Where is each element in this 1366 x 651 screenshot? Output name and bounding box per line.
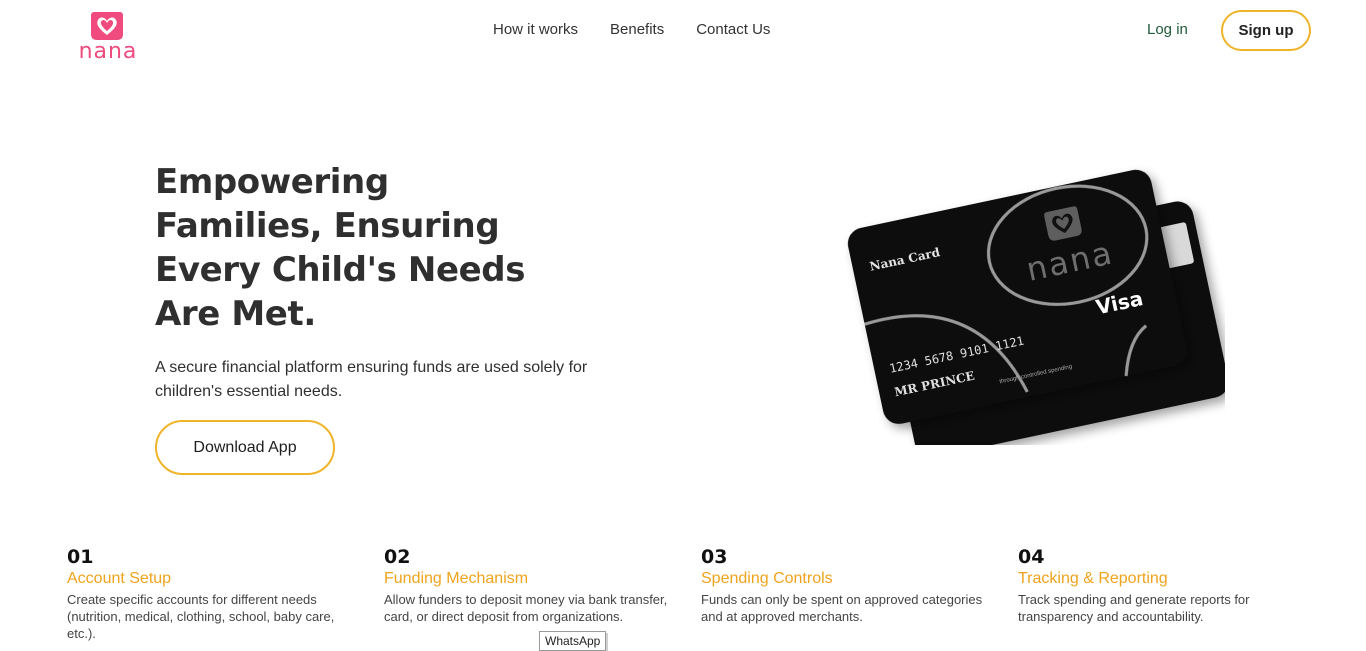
feature-tracking-reporting: 04 Tracking & Reporting Track spending a… bbox=[1018, 545, 1308, 625]
feature-description: Create specific accounts for different n… bbox=[67, 592, 335, 641]
feature-title: Funding Mechanism bbox=[384, 570, 529, 587]
hero-title: Empowering Families, Ensuring Every Chil… bbox=[155, 162, 526, 334]
feature-number: 04 bbox=[1018, 546, 1045, 568]
feature-description: Funds can only be spent on approved cate… bbox=[701, 592, 983, 624]
whatsapp-tooltip: WhatsApp bbox=[539, 631, 607, 651]
nana-logo[interactable]: nana bbox=[74, 10, 144, 66]
feature-number: 02 bbox=[384, 546, 411, 568]
feature-spending-controls: 03 Spending Controls Funds can only be s… bbox=[701, 545, 991, 625]
features-row: 01 Account Setup Create specific account… bbox=[67, 545, 1357, 651]
card-label: Nana Card bbox=[868, 245, 942, 274]
login-link[interactable]: Log in bbox=[1147, 20, 1188, 40]
feature-number: 01 bbox=[67, 546, 94, 568]
card-logo-wordmark: nana bbox=[1023, 233, 1117, 289]
feature-title: Account Setup bbox=[67, 570, 172, 587]
feature-funding-mechanism: 02 Funding Mechanism Allow funders to de… bbox=[384, 545, 674, 625]
nav-contact-us[interactable]: Contact Us bbox=[696, 20, 770, 40]
nana-card-illustration: Nana Card nana Visa 1234 5678 9101 1121 … bbox=[835, 160, 1229, 458]
main-nav: How it works Benefits Contact Us bbox=[493, 20, 770, 40]
feature-number: 03 bbox=[701, 546, 728, 568]
feature-description: Track spending and generate reports for … bbox=[1018, 592, 1250, 624]
card-heart-icon bbox=[1044, 206, 1082, 241]
card-network: Visa bbox=[1093, 286, 1146, 320]
signup-button[interactable]: Sign up bbox=[1221, 10, 1311, 51]
feature-description: Allow funders to deposit money via bank … bbox=[384, 592, 668, 624]
nav-benefits[interactable]: Benefits bbox=[610, 20, 664, 40]
nav-how-it-works[interactable]: How it works bbox=[493, 20, 578, 40]
logo-wordmark: nana bbox=[78, 39, 138, 64]
feature-title: Tracking & Reporting bbox=[1018, 570, 1168, 587]
hero-subtitle: A secure financial platform ensuring fun… bbox=[155, 359, 588, 400]
card-holder: MR PRINCE bbox=[893, 368, 976, 400]
feature-account-setup: 01 Account Setup Create specific account… bbox=[67, 545, 357, 642]
download-app-button[interactable]: Download App bbox=[155, 420, 335, 475]
feature-title: Spending Controls bbox=[701, 570, 833, 587]
card-tagline: through controlled spending bbox=[999, 364, 1073, 386]
heart-logo-icon bbox=[91, 12, 123, 40]
card-number: 1234 5678 9101 1121 bbox=[888, 333, 1026, 376]
site-header: nana How it works Benefits Contact Us Lo… bbox=[0, 0, 1366, 70]
